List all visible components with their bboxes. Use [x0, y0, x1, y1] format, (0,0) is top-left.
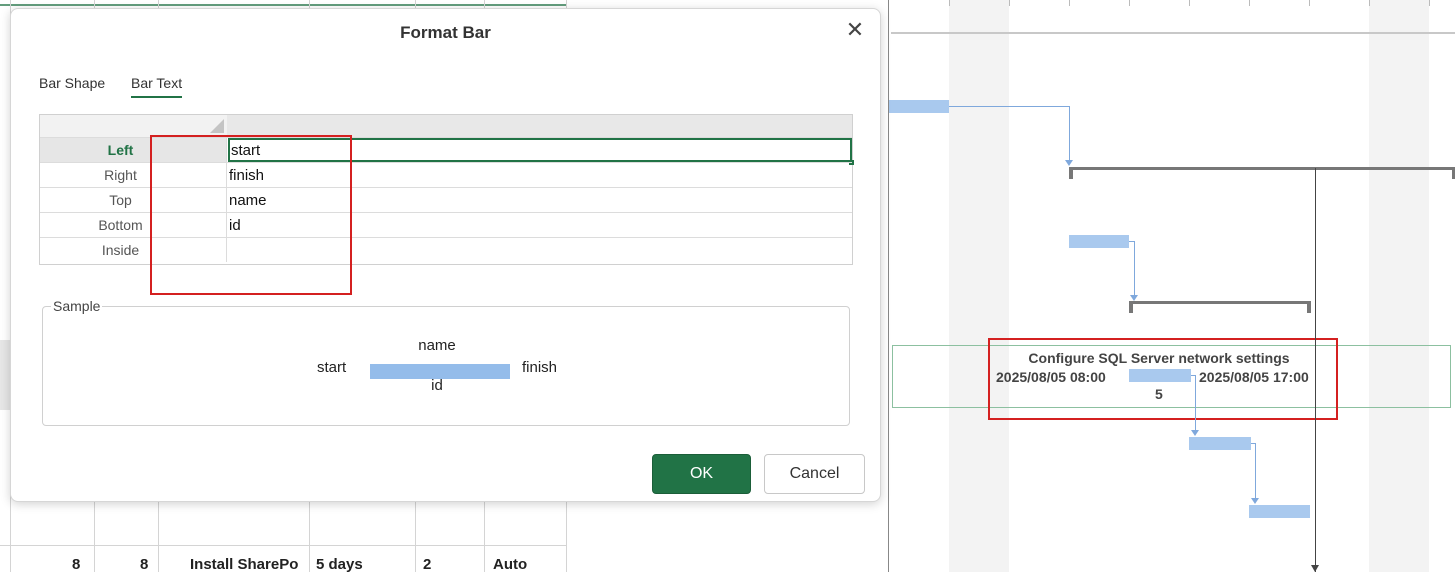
sample-left-text: start: [317, 359, 347, 376]
dialog-title: Format Bar: [400, 23, 491, 42]
timescale-tick: [1129, 0, 1130, 6]
dependency-link: [949, 106, 1070, 107]
timescale-tick: [1429, 0, 1430, 6]
gantt-chart: Configure SQL Server network settings 20…: [888, 0, 1455, 572]
dependency-arrow: [1191, 430, 1199, 436]
dependency-link: [1134, 241, 1135, 297]
deadline-arrow: [1311, 565, 1319, 572]
task-bar[interactable]: [1069, 235, 1129, 248]
grid-corner[interactable]: [40, 115, 227, 137]
timescale-tick: [949, 0, 950, 6]
timescale-tick: [1009, 0, 1010, 6]
sample-right-text: finish: [522, 359, 558, 376]
timescale-tick: [1369, 0, 1370, 6]
weekend-shade: [1369, 0, 1429, 572]
timescale-tick: [1069, 0, 1070, 6]
sample-preview: Sample name start finish id: [42, 298, 850, 426]
deadline-line: [1315, 168, 1316, 572]
gantt-highlight-box: [988, 338, 1338, 420]
timescale-tick: [1309, 0, 1310, 6]
tab-bar-shape[interactable]: Bar Shape: [39, 75, 105, 96]
cell-predecessor[interactable]: 2: [423, 556, 431, 573]
dependency-arrow: [1251, 498, 1259, 504]
close-icon[interactable]: ✕: [844, 19, 866, 41]
dependency-link: [1195, 375, 1196, 431]
cell-row-number[interactable]: 8: [72, 556, 80, 573]
sheet-selection-bar: [0, 4, 566, 6]
timescale-tick: [1249, 0, 1250, 6]
weekend-shade: [949, 0, 1009, 572]
project-summary-line: [891, 32, 1455, 34]
grid-line: [0, 545, 566, 546]
grid-highlight-box: [150, 135, 352, 295]
cell-duration[interactable]: 5 days: [316, 556, 363, 573]
cell-task-name[interactable]: Install SharePo: [190, 556, 306, 573]
row-header-shade: [0, 340, 10, 410]
summary-bar[interactable]: [1129, 301, 1311, 313]
dependency-arrow: [1065, 160, 1073, 166]
cell-mode[interactable]: Auto: [493, 556, 527, 573]
task-bar[interactable]: [1189, 437, 1251, 450]
select-all-icon: [210, 119, 224, 133]
task-bar[interactable]: [889, 100, 949, 113]
format-bar-dialog: Format Bar ✕ Bar Shape Bar Text Left sta…: [10, 8, 881, 502]
summary-bar[interactable]: [1069, 167, 1455, 179]
sample-legend: Sample: [51, 298, 103, 314]
ok-button[interactable]: OK: [652, 454, 751, 494]
sample-top-text: name: [418, 337, 456, 354]
task-bar[interactable]: [1249, 505, 1310, 518]
sample-bottom-text: id: [431, 377, 443, 394]
dependency-link: [1255, 443, 1256, 499]
tab-bar-text[interactable]: Bar Text: [131, 75, 183, 98]
timescale-tick: [1189, 0, 1190, 6]
cancel-button[interactable]: Cancel: [764, 454, 865, 494]
dependency-link: [1069, 106, 1070, 162]
cell-task-id[interactable]: 8: [140, 556, 148, 573]
